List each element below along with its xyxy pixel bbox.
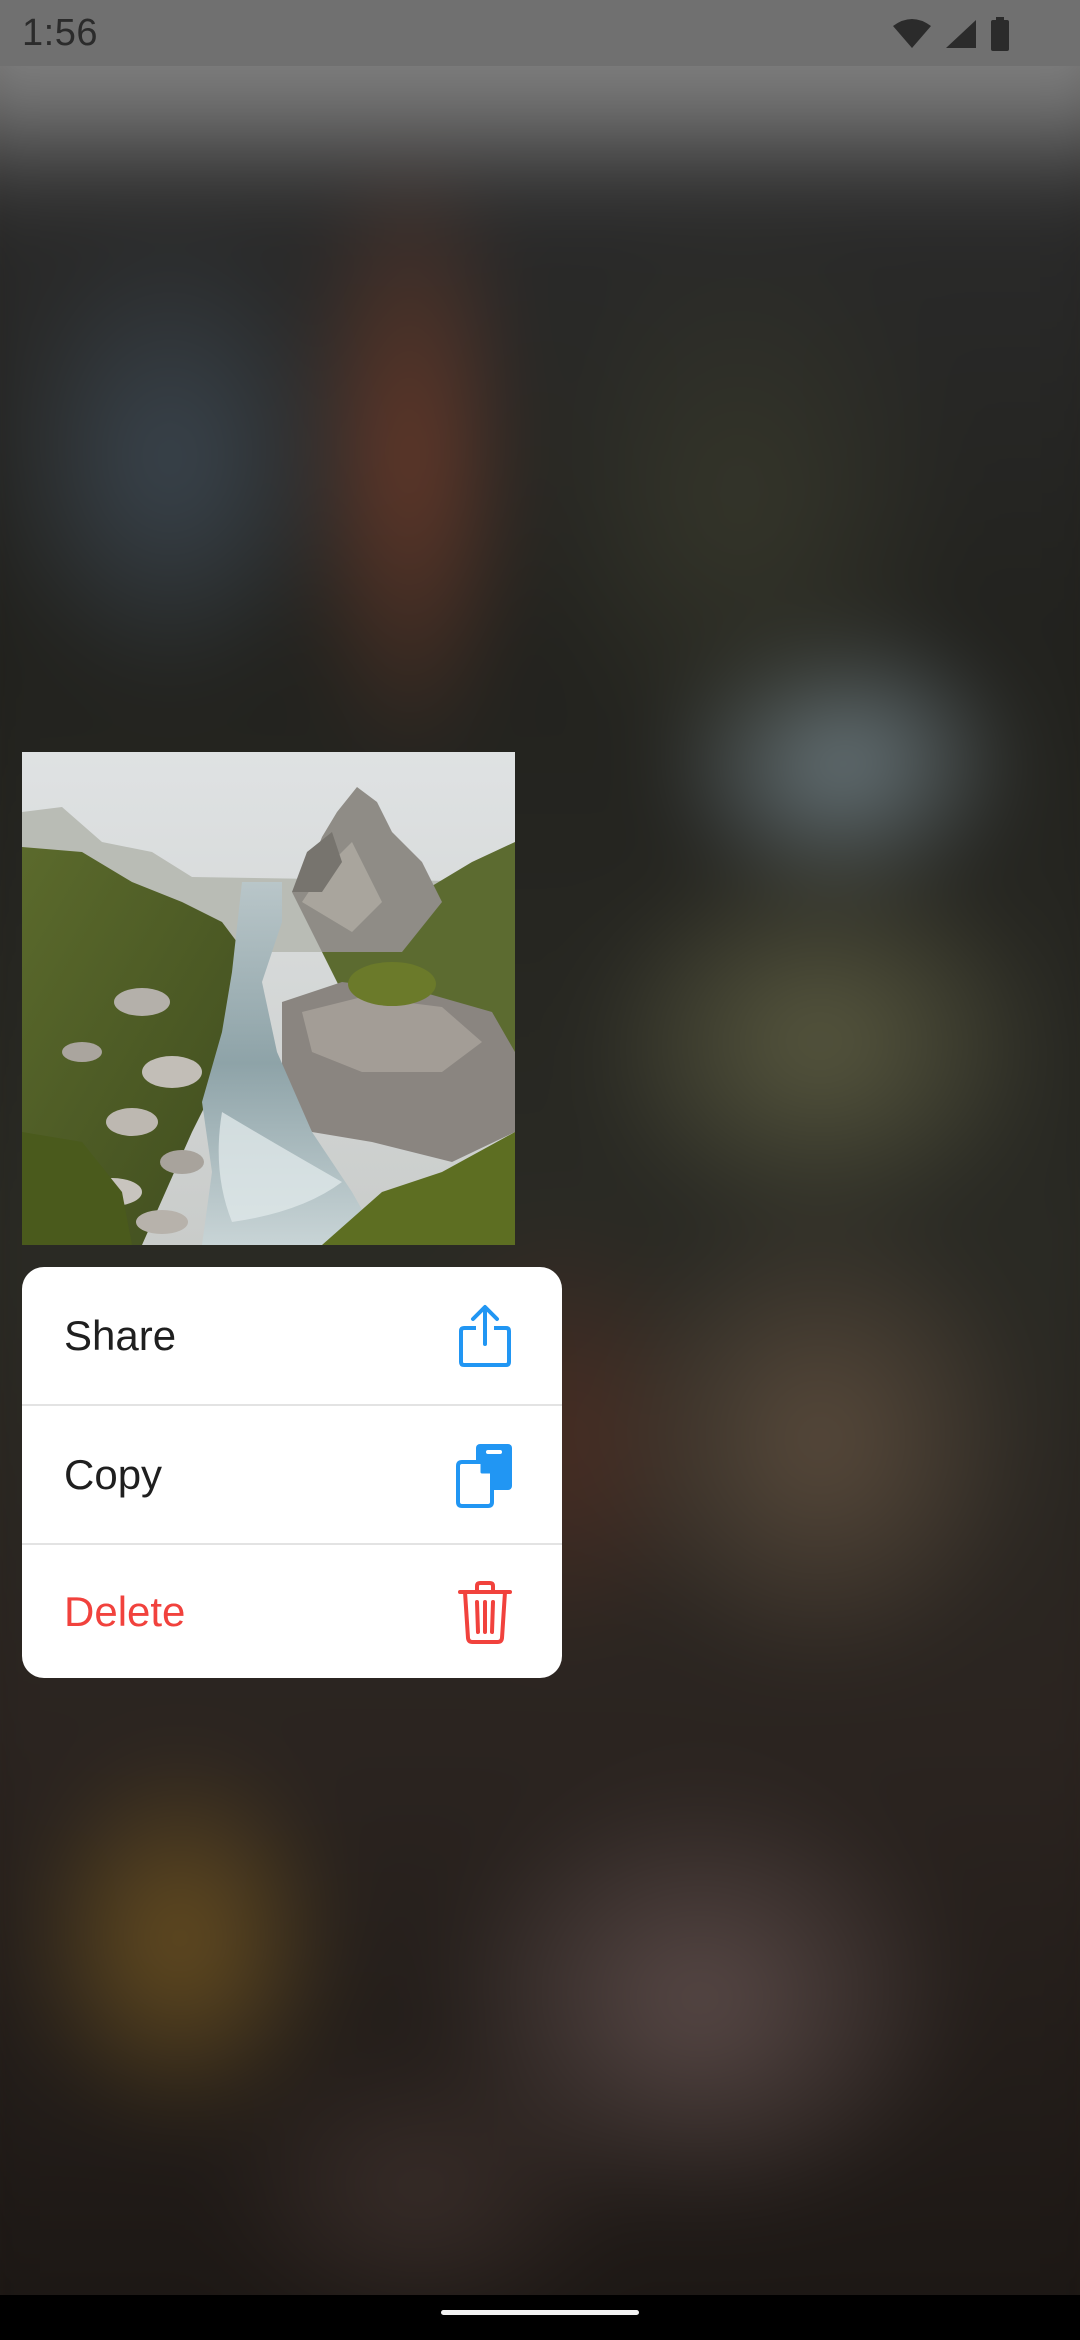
menu-item-label: Delete xyxy=(64,1587,186,1635)
status-time: 1:56 xyxy=(22,12,98,54)
menu-item-share[interactable]: Share xyxy=(22,1267,562,1406)
context-menu: Share Copy Delete xyxy=(22,1267,562,1678)
photo-preview[interactable] xyxy=(22,752,515,1245)
status-icons xyxy=(892,16,1010,52)
battery-icon xyxy=(991,17,1009,51)
cell-signal-icon xyxy=(946,20,976,48)
mountain-stream-photo xyxy=(22,752,515,1245)
share-icon xyxy=(454,1302,516,1370)
menu-item-delete[interactable]: Delete xyxy=(22,1545,562,1678)
wifi-icon xyxy=(893,19,931,48)
trash-icon xyxy=(454,1578,516,1646)
home-gesture-handle[interactable] xyxy=(441,2310,639,2315)
menu-item-label: Share xyxy=(64,1311,177,1359)
navigation-bar xyxy=(0,2295,1080,2340)
menu-item-copy[interactable]: Copy xyxy=(22,1406,562,1545)
status-bar: 1:56 xyxy=(0,0,1080,66)
copy-icon xyxy=(454,1441,516,1509)
menu-item-label: Copy xyxy=(64,1450,163,1498)
